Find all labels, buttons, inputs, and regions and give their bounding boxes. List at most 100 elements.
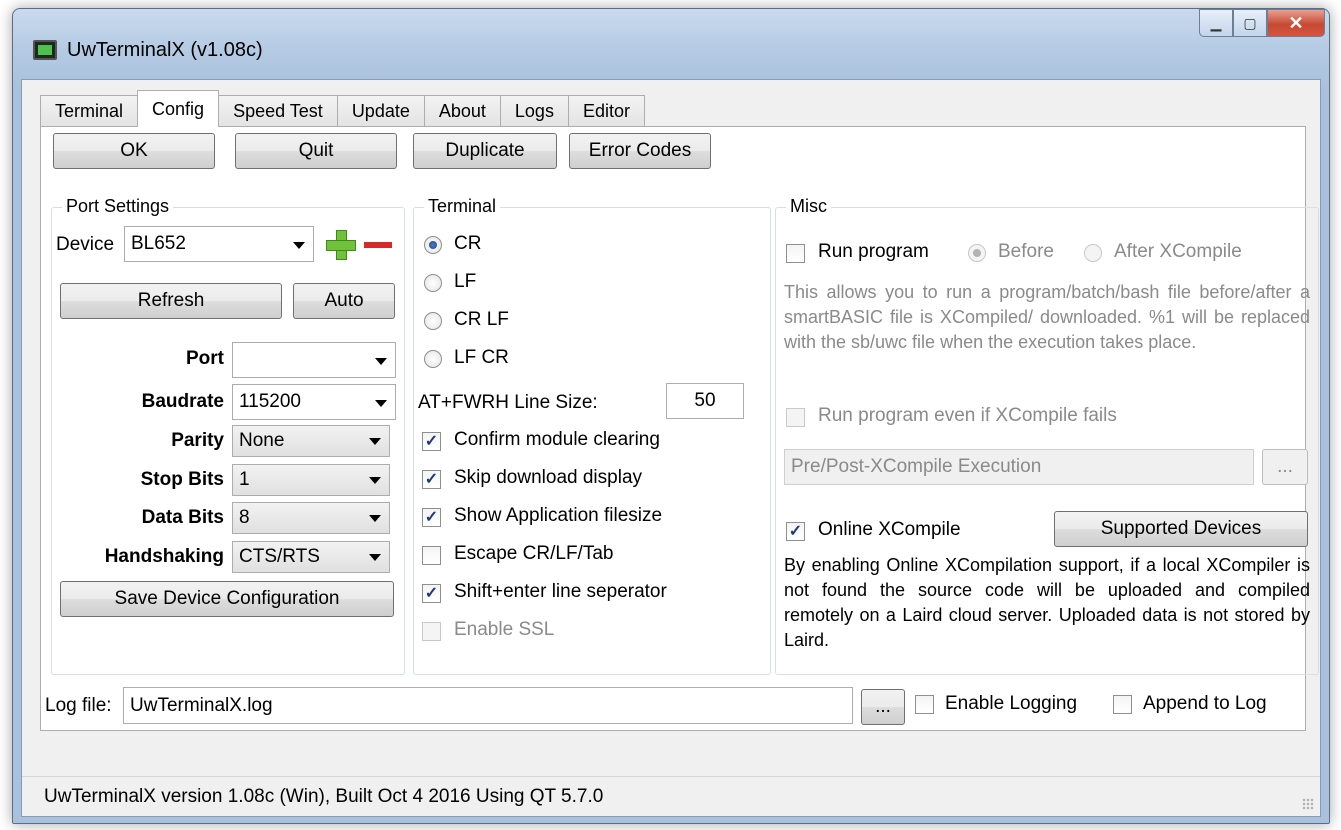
tab-bar: Terminal Config Speed Test Update About …: [40, 90, 645, 127]
tab-config[interactable]: Config: [137, 90, 220, 127]
log-file-input[interactable]: UwTerminalX.log: [123, 687, 853, 724]
escape-crlf-label: Escape CR/LF/Tab: [454, 543, 614, 564]
dropdown-arrow-icon: [293, 242, 305, 249]
ok-button[interactable]: OK: [53, 133, 215, 169]
log-file-label: Log file:: [45, 695, 112, 716]
shift-enter-checkbox[interactable]: ✓: [422, 584, 441, 603]
tab-update[interactable]: Update: [336, 95, 425, 127]
dropdown-arrow-icon: [375, 400, 387, 407]
escape-crlf-checkbox[interactable]: [422, 546, 441, 565]
maximize-button[interactable]: ▢: [1233, 9, 1267, 37]
duplicate-button[interactable]: Duplicate: [413, 133, 557, 169]
parity-label: Parity: [171, 430, 224, 451]
tab-logs[interactable]: Logs: [499, 95, 569, 127]
show-filesize-label: Show Application filesize: [454, 505, 663, 526]
radio-lf-label: LF: [454, 271, 477, 292]
tab-terminal[interactable]: Terminal: [40, 95, 139, 127]
confirm-clearing-label: Confirm module clearing: [454, 429, 660, 450]
close-button[interactable]: ✕: [1267, 9, 1325, 37]
dropdown-arrow-icon: [369, 554, 381, 561]
run-program-description: This allows you to run a program/batch/b…: [784, 282, 1310, 352]
refresh-button[interactable]: Refresh: [60, 283, 282, 319]
tab-editor[interactable]: Editor: [567, 95, 645, 127]
dropdown-arrow-icon: [369, 438, 381, 445]
radio-before-label: Before: [998, 241, 1054, 262]
stop-bits-combobox[interactable]: 1: [232, 464, 390, 496]
port-label: Port: [186, 348, 224, 369]
radio-lf-cr-label: LF CR: [454, 347, 509, 368]
data-bits-combobox[interactable]: 8: [232, 502, 390, 534]
confirm-clearing-checkbox[interactable]: ✓: [422, 432, 441, 451]
stop-bits-label: Stop Bits: [140, 469, 224, 490]
quit-button[interactable]: Quit: [235, 133, 397, 169]
status-bar: UwTerminalX version 1.08c (Win), Built O…: [22, 776, 1320, 816]
online-xcompile-description: By enabling Online XCompilation support,…: [784, 555, 1310, 650]
parity-value: None: [239, 430, 285, 451]
enable-logging-label: Enable Logging: [945, 693, 1078, 714]
enable-logging-checkbox[interactable]: [915, 695, 934, 714]
app-icon: [33, 40, 57, 60]
skip-download-label: Skip download display: [454, 467, 643, 488]
device-combobox[interactable]: BL652: [124, 226, 314, 262]
auto-button[interactable]: Auto: [293, 283, 395, 319]
handshaking-combobox[interactable]: CTS/RTS: [232, 541, 390, 573]
client-area: Terminal Config Speed Test Update About …: [21, 79, 1321, 817]
port-combobox[interactable]: [232, 342, 396, 378]
run-program-checkbox[interactable]: [786, 244, 805, 263]
run-even-if-fails-label: Run program even if XCompile fails: [818, 405, 1117, 426]
add-device-icon[interactable]: [326, 230, 356, 260]
execution-command-input[interactable]: Pre/Post-XCompile Execution: [784, 449, 1254, 485]
error-codes-button[interactable]: Error Codes: [569, 133, 711, 169]
parity-combobox[interactable]: None: [232, 425, 390, 457]
misc-group: Misc Run program Before After XCompile T…: [775, 196, 1319, 675]
title-bar[interactable]: UwTerminalX (v1.08c) ▁ ▢ ✕: [13, 9, 1329, 79]
handshaking-value: CTS/RTS: [239, 546, 320, 567]
skip-download-checkbox[interactable]: ✓: [422, 470, 441, 489]
terminal-group: Terminal CR LF CR LF LF CR AT+FWRH Line …: [413, 196, 771, 675]
resize-grip-icon[interactable]: [1302, 798, 1314, 810]
device-label: Device: [56, 234, 115, 255]
dropdown-arrow-icon: [369, 515, 381, 522]
dropdown-arrow-icon: [375, 358, 387, 365]
radio-after[interactable]: [1084, 244, 1102, 262]
supported-devices-button[interactable]: Supported Devices: [1054, 511, 1308, 547]
port-settings-title: Port Settings: [62, 196, 174, 217]
show-filesize-checkbox[interactable]: ✓: [422, 508, 441, 527]
run-even-if-fails-checkbox[interactable]: [786, 408, 805, 427]
device-value: BL652: [131, 233, 186, 254]
window-controls: ▁ ▢ ✕: [1199, 9, 1325, 37]
save-device-config-button[interactable]: Save Device Configuration: [60, 581, 394, 617]
data-bits-value: 8: [239, 507, 250, 528]
baudrate-label: Baudrate: [141, 391, 224, 412]
minimize-button[interactable]: ▁: [1199, 9, 1233, 37]
execution-browse-button[interactable]: ...: [1262, 449, 1308, 485]
online-xcompile-checkbox[interactable]: ✓: [786, 522, 805, 541]
radio-lf[interactable]: [424, 274, 442, 292]
config-panel: OK Quit Duplicate Error Codes Port Setti…: [40, 126, 1319, 731]
fwrh-line-size-input[interactable]: 50: [666, 383, 744, 419]
radio-cr-lf-label: CR LF: [454, 309, 509, 330]
append-to-log-label: Append to Log: [1143, 693, 1267, 714]
minimize-icon: ▁: [1210, 14, 1222, 31]
append-to-log-checkbox[interactable]: [1113, 695, 1132, 714]
radio-after-label: After XCompile: [1114, 241, 1242, 262]
data-bits-label: Data Bits: [141, 507, 224, 528]
window-title: UwTerminalX (v1.08c): [67, 39, 263, 61]
fwrh-label: AT+FWRH Line Size:: [418, 392, 598, 413]
dropdown-arrow-icon: [369, 477, 381, 484]
baudrate-value: 115200: [239, 391, 301, 412]
tab-speed-test[interactable]: Speed Test: [218, 95, 338, 127]
radio-before[interactable]: [968, 244, 986, 262]
radio-cr-lf[interactable]: [424, 312, 442, 330]
misc-title: Misc: [786, 196, 831, 217]
remove-device-icon[interactable]: [364, 242, 392, 248]
radio-lf-cr[interactable]: [424, 350, 442, 368]
port-settings-group: Port Settings Device BL652 Refresh Auto …: [51, 196, 405, 675]
baudrate-combobox[interactable]: 115200: [232, 384, 396, 420]
tab-about[interactable]: About: [423, 95, 501, 127]
enable-ssl-checkbox[interactable]: [422, 622, 441, 641]
close-icon: ✕: [1288, 12, 1304, 33]
terminal-title: Terminal: [424, 196, 501, 217]
radio-cr[interactable]: [424, 236, 442, 254]
log-file-browse-button[interactable]: ...: [861, 689, 905, 725]
